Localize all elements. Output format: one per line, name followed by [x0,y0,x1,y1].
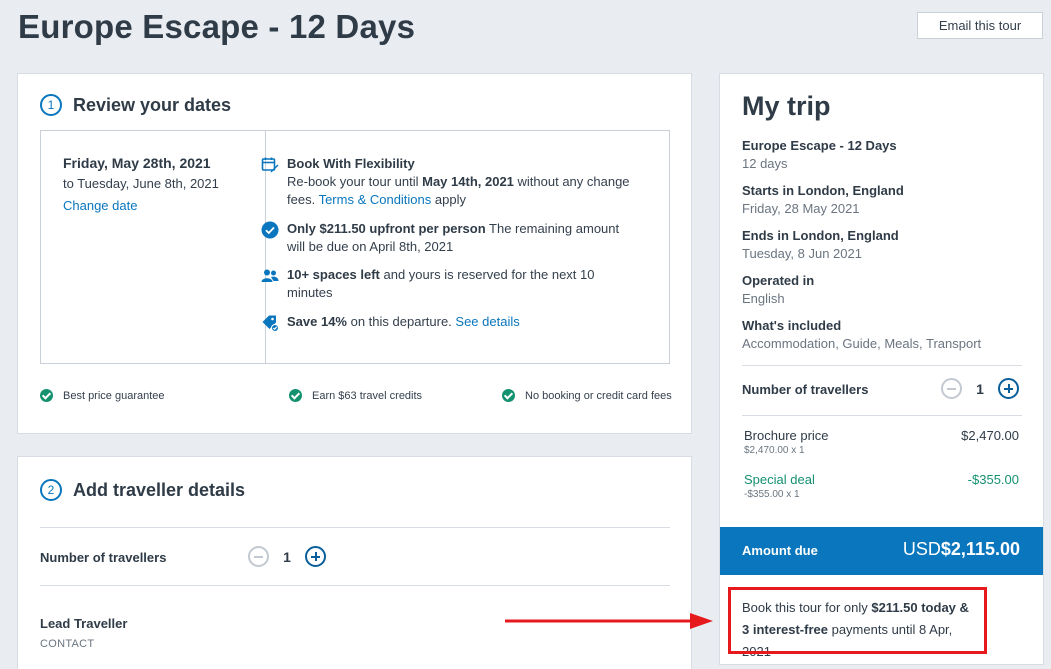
section-title: Add traveller details [73,479,246,500]
highlight-box [728,587,987,654]
people-icon [261,269,279,282]
flexibility-deadline: May 14th, 2021 [422,174,514,189]
my-trip-summary: My trip Europe Escape - 12 Days 12 days … [719,73,1044,665]
end-location: Ends in London, England [742,228,899,243]
end-date: to Tuesday, June 8th, 2021 [63,176,219,191]
trip-traveller-count: 1 [976,380,984,397]
red-arrow-icon [505,613,713,629]
guarantee-label: Earn $63 travel credits [312,389,423,402]
tour-info: Europe Escape - 12 Days 12 days [742,137,897,173]
amount-due-value: USD$2,115.00 [903,539,1020,560]
special-deal-row: Special deal -$355.00 x 1 -$355.00 [744,472,1019,500]
guarantee-label: Best price guarantee [63,389,165,402]
section-title: Review your dates [73,94,232,115]
change-date-link[interactable]: Change date [63,198,265,213]
flexibility-text-3: apply [431,192,466,207]
trip-traveller-count-label: Number of travellers [742,382,869,397]
check-icon [289,389,302,402]
brochure-price-breakdown: $2,470.00 x 1 [744,445,805,456]
dates-box: Friday, May 28th, 2021 to Tuesday, June … [40,130,670,364]
step-number: 1 [40,94,62,116]
divider [40,585,670,586]
operated-language: English [742,291,785,306]
step-number: 2 [40,479,62,501]
calendar-edit-icon [261,157,279,173]
check-icon [40,389,53,402]
increment-button[interactable] [305,546,326,567]
terms-link[interactable]: Terms & Conditions [319,192,432,207]
decrement-button[interactable] [941,378,962,399]
guarantee-item: Best price guarantee [40,389,165,402]
trip-title: My trip [742,91,831,121]
spaces-feature: 10+ spaces left and yours is reserved fo… [261,266,632,302]
tour-duration: 12 days [742,156,788,171]
special-deal-breakdown: -$355.00 x 1 [744,489,800,500]
amount-due-label: Amount due [742,543,818,558]
brochure-price-row: Brochure price $2,470.00 x 1 $2,470.00 [744,428,1019,456]
see-details-link[interactable]: See details [455,314,519,329]
spaces-count: 10+ spaces left [287,267,380,282]
language-info: Operated in English [742,272,814,308]
check-icon [502,389,515,402]
special-deal-value: -$355.00 [967,472,1019,487]
upfront-feature: Only $211.50 upfront per person The rema… [261,220,632,256]
review-dates-card: 1 Review your dates Friday, May 28th, 20… [17,73,692,434]
savings-feature: Save 14% on this departure. See details [262,313,632,332]
amount-total: $2,115.00 [940,539,1020,559]
tag-icon [262,315,279,332]
brochure-price-value: $2,470.00 [961,428,1019,443]
upfront-amount: Only $211.50 upfront per person [287,221,486,236]
trip-traveller-count-stepper: 1 [941,378,1019,399]
start-date: Friday, May 28th, 2021 [63,155,211,171]
guarantee-label: No booking or credit card fees [525,389,672,402]
flexibility-title: Book With Flexibility [287,156,415,171]
amount-due-bar: Amount due USD$2,115.00 [720,527,1043,575]
divider [742,365,1022,366]
savings-percent: Save 14% [287,314,347,329]
divider [40,527,670,528]
selected-dates: Friday, May 28th, 2021 to Tuesday, June … [41,131,266,363]
traveller-count: 1 [283,548,291,565]
guarantee-item: No booking or credit card fees [502,389,672,402]
guarantee-item: Earn $63 travel credits [289,389,422,402]
traveller-details-header: 2 Add traveller details [40,479,245,501]
flexibility-feature: Book With Flexibility Re-book your tour … [261,155,632,209]
start-date: Friday, 28 May 2021 [742,201,860,216]
end-date: Tuesday, 8 Jun 2021 [742,246,862,261]
end-info: Ends in London, England Tuesday, 8 Jun 2… [742,227,899,263]
start-info: Starts in London, England Friday, 28 May… [742,182,904,218]
included-info: What's included Accommodation, Guide, Me… [742,317,981,353]
review-dates-header: 1 Review your dates [40,94,231,116]
operated-label: Operated in [742,273,815,288]
amount-currency: USD [902,539,941,559]
savings-text: on this departure. [347,314,456,329]
traveller-count-label: Number of travellers [40,550,167,565]
flexibility-text: Re-book your tour until [287,174,423,189]
decrement-button[interactable] [248,546,269,567]
page-title: Europe Escape - 12 Days [18,8,416,45]
traveller-count-stepper: 1 [248,546,326,567]
start-location: Starts in London, England [742,183,904,198]
increment-button[interactable] [998,378,1019,399]
lead-traveller-label: Lead Traveller [40,616,128,631]
check-circle-icon [261,221,279,239]
traveller-details-card: 2 Add traveller details Number of travel… [17,456,692,669]
tour-name: Europe Escape - 12 Days [742,138,897,153]
contact-label: CONTACT [40,638,95,650]
email-tour-button[interactable]: Email this tour [917,12,1043,39]
included-label: What's included [742,318,842,333]
included-items: Accommodation, Guide, Meals, Transport [742,336,982,351]
divider [742,415,1022,416]
